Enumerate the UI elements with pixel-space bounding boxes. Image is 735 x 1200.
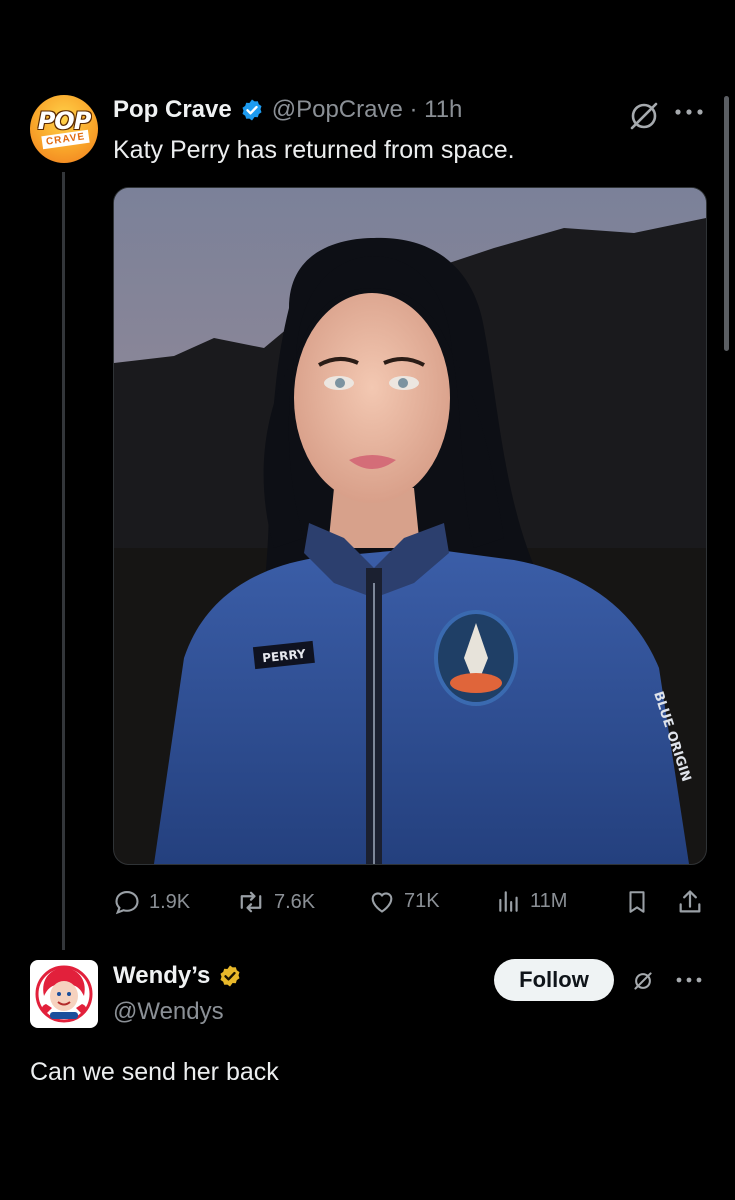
thread-line: [62, 172, 65, 950]
views-chart-icon: [499, 891, 518, 912]
bookmark-button[interactable]: [624, 888, 650, 916]
reply-author-name[interactable]: Wendy’s: [113, 962, 210, 990]
views-count: 11M: [530, 889, 568, 912]
grok-icon-reply[interactable]: [632, 970, 654, 992]
share-icon: [679, 890, 701, 913]
views-button[interactable]: 11M: [496, 888, 567, 914]
heart-icon: [371, 892, 393, 913]
follow-button[interactable]: Follow: [494, 959, 614, 1001]
wendys-logo-icon: [35, 965, 93, 1023]
repost-icon: [240, 891, 262, 913]
tweet-text: Katy Perry has returned from space.: [113, 136, 515, 164]
verified-badge-icon: [242, 99, 262, 121]
reply-author-handle[interactable]: @Wendys: [113, 998, 224, 1026]
more-options-icon[interactable]: [672, 102, 706, 122]
reply-icon: [115, 891, 139, 915]
author-name[interactable]: Pop Crave: [113, 96, 232, 124]
reply-more-options-icon[interactable]: [674, 970, 704, 990]
reply-button[interactable]: 1.9K: [113, 888, 190, 916]
bookmark-icon: [629, 891, 645, 913]
share-button[interactable]: [676, 888, 704, 916]
like-count: 71K: [404, 889, 440, 912]
scrollbar[interactable]: [724, 96, 729, 351]
repost-count: 7.6K: [274, 890, 316, 913]
popcrave-avatar[interactable]: POP CRAVE: [30, 95, 98, 163]
reply-count: 1.9K: [149, 890, 191, 913]
like-button[interactable]: 71K: [368, 888, 440, 914]
reply-header: Wendy’s: [113, 962, 242, 990]
reply-text: Can we send her back: [30, 1058, 279, 1086]
repost-button[interactable]: 7.6K: [236, 888, 315, 916]
author-handle-time[interactable]: @PopCrave · 11h: [272, 96, 463, 124]
action-bar: 1.9K 7.6K 71K 11M: [113, 888, 705, 918]
photo-illustration: PERRY BLUE ORIGIN: [114, 188, 706, 864]
verified-gold-badge-icon: [220, 965, 240, 987]
grok-icon[interactable]: [628, 100, 660, 132]
wendys-avatar[interactable]: [30, 960, 98, 1028]
tweet-header: Pop Crave @PopCrave · 11h: [113, 96, 462, 124]
tweet-image[interactable]: PERRY BLUE ORIGIN: [113, 187, 707, 865]
